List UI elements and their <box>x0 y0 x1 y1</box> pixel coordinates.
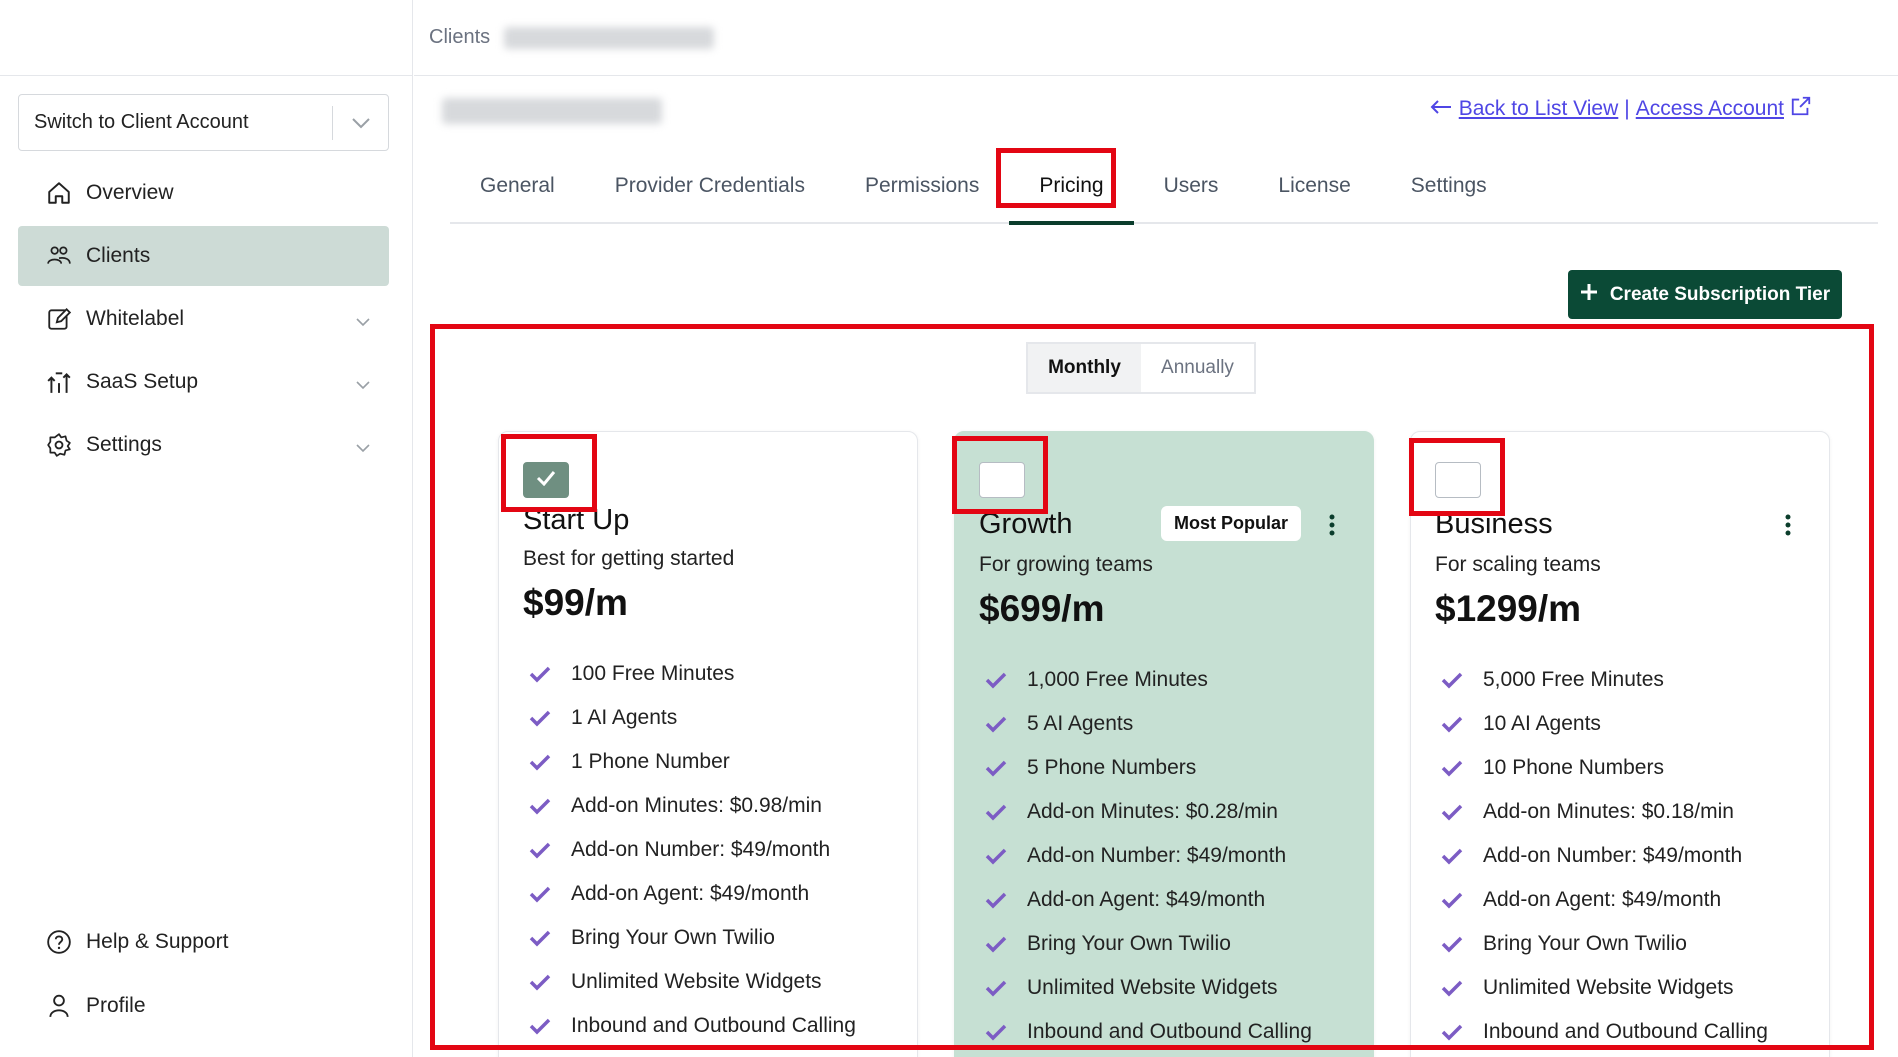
sidebar-item-clients[interactable]: Clients <box>18 226 389 286</box>
logo-area <box>0 0 412 76</box>
create-button-label: Create Subscription Tier <box>1609 283 1831 305</box>
back-to-list-link[interactable]: Back to List View <box>1459 97 1619 121</box>
switch-account-label: Switch to Client Account <box>34 111 249 133</box>
sidebar-item-settings[interactable]: Settings <box>18 415 389 475</box>
edit-icon <box>46 306 72 332</box>
external-link-icon[interactable] <box>1790 95 1812 123</box>
saas-icon <box>46 369 72 395</box>
sidebar-item-saas-setup[interactable]: SaaS Setup <box>18 352 389 412</box>
home-icon <box>46 180 72 206</box>
sidebar-bottom-nav: Help & Support Profile <box>18 912 389 1040</box>
breadcrumb: Clients <box>429 26 714 49</box>
sidebar-item-label: Overview <box>86 181 174 204</box>
chevron-down-icon[interactable] <box>333 117 388 129</box>
tab-general[interactable]: General <box>450 149 585 223</box>
tab-users[interactable]: Users <box>1134 149 1249 223</box>
chevron-down-icon <box>355 309 371 333</box>
tab-settings[interactable]: Settings <box>1381 149 1517 223</box>
switch-account-select[interactable]: Switch to Client Account <box>18 94 389 151</box>
tab-license[interactable]: License <box>1248 149 1380 223</box>
client-name-redacted <box>442 98 662 124</box>
sidebar-item-label: Profile <box>86 994 146 1017</box>
chevron-down-icon <box>355 372 371 396</box>
user-icon <box>46 993 72 1019</box>
top-bar: Clients <box>414 0 1898 76</box>
tab-provider-credentials[interactable]: Provider Credentials <box>585 149 835 223</box>
users-icon <box>46 243 72 269</box>
sidebar-item-label: SaaS Setup <box>86 370 199 393</box>
help-icon <box>46 929 72 955</box>
highlight-box-pricing-tab <box>996 148 1116 208</box>
sidebar-item-label: Clients <box>86 244 151 267</box>
breadcrumb-client-name-redacted <box>503 26 714 49</box>
sidebar-item-whitelabel[interactable]: Whitelabel <box>18 289 389 349</box>
tab-permissions[interactable]: Permissions <box>835 149 1009 223</box>
access-account-link[interactable]: Access Account <box>1636 97 1784 121</box>
sidebar-item-label: Whitelabel <box>86 307 185 330</box>
gear-icon <box>46 432 72 458</box>
sidebar-item-help-support[interactable]: Help & Support <box>18 912 389 972</box>
plus-icon <box>1580 283 1598 307</box>
highlight-box-pricing-section <box>430 324 1874 1050</box>
client-tabs: General Provider Credentials Permissions… <box>450 149 1878 225</box>
sidebar-item-label: Settings <box>86 433 162 456</box>
sidebar-item-overview[interactable]: Overview <box>18 163 389 223</box>
breadcrumb-clients[interactable]: Clients <box>429 26 490 48</box>
header-links: Back to List View | Access Account <box>1429 95 1812 123</box>
sidebar-item-profile[interactable]: Profile <box>18 976 389 1036</box>
arrow-left-icon <box>1429 97 1453 121</box>
create-subscription-tier-button[interactable]: Create Subscription Tier <box>1568 270 1842 319</box>
chevron-down-icon <box>355 435 371 459</box>
sidebar: Switch to Client Account Overview Client… <box>0 0 413 1057</box>
link-separator: | <box>1624 97 1630 120</box>
sidebar-item-label: Help & Support <box>86 930 229 953</box>
sidebar-nav: Overview Clients Whitelabel SaaS Setup S… <box>18 163 389 478</box>
